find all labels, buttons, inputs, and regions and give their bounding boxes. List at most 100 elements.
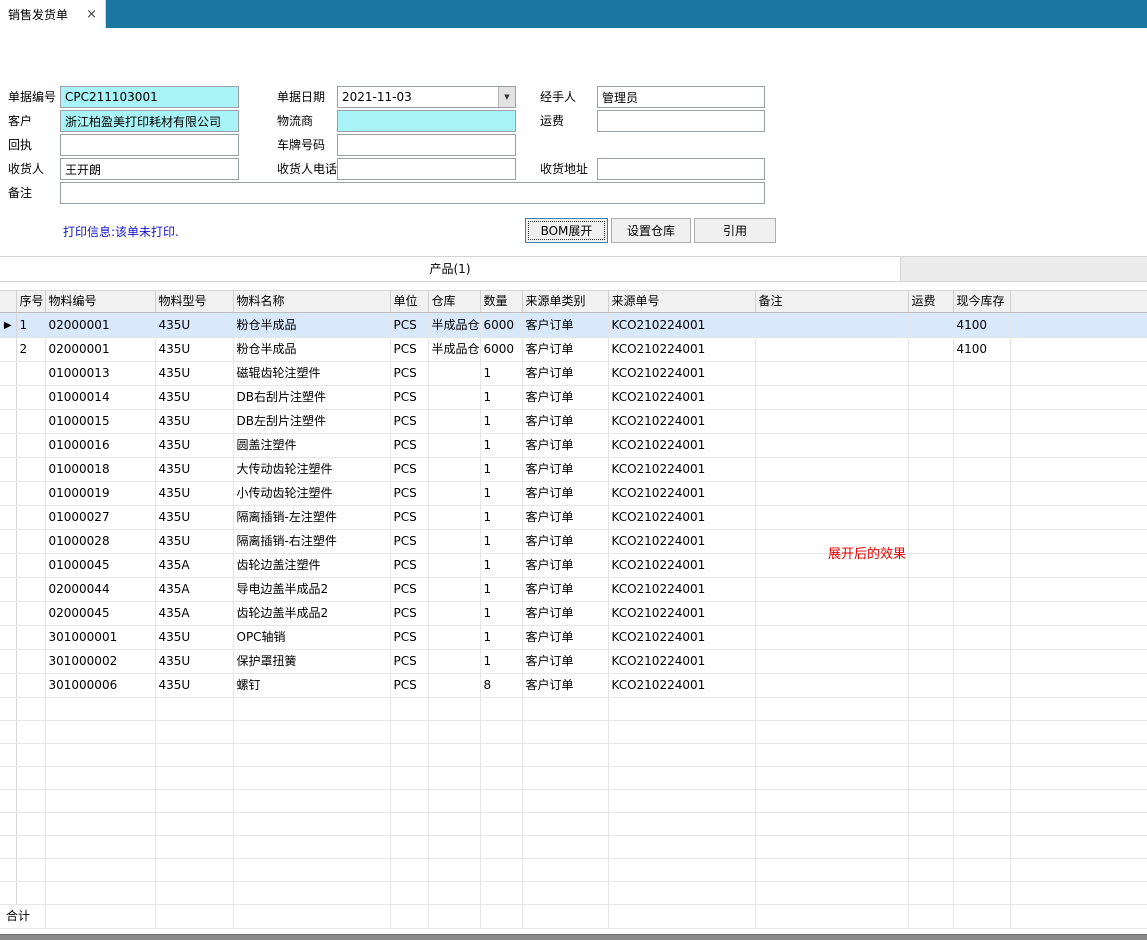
table-cell[interactable]: 435U: [155, 434, 233, 458]
table-cell[interactable]: 客户订单: [522, 626, 608, 650]
table-cell[interactable]: 1: [480, 578, 522, 602]
table-cell[interactable]: [908, 338, 953, 362]
table-cell[interactable]: [755, 362, 908, 386]
table-cell[interactable]: KCO210224001: [608, 506, 755, 530]
column-header[interactable]: 物料型号: [155, 291, 233, 313]
table-cell[interactable]: 8: [480, 674, 522, 698]
table-cell[interactable]: [428, 530, 480, 554]
column-header[interactable]: 来源单类别: [522, 291, 608, 313]
table-cell[interactable]: PCS: [390, 626, 428, 650]
table-cell[interactable]: 客户订单: [522, 410, 608, 434]
table-cell[interactable]: 1: [480, 626, 522, 650]
table-cell[interactable]: 01000016: [45, 434, 155, 458]
table-cell[interactable]: PCS: [390, 506, 428, 530]
table-row[interactable]: 02000045435A齿轮边盖半成品2PCS1客户订单KCO210224001: [0, 602, 1147, 626]
table-cell[interactable]: [953, 650, 1010, 674]
table-cell[interactable]: 客户订单: [522, 338, 608, 362]
table-cell[interactable]: PCS: [390, 362, 428, 386]
table-cell[interactable]: 4100: [953, 338, 1010, 362]
table-cell[interactable]: 435U: [155, 626, 233, 650]
table-cell[interactable]: 435U: [155, 650, 233, 674]
table-cell[interactable]: [755, 338, 908, 362]
table-cell[interactable]: 粉仓半成品: [233, 313, 390, 338]
table-cell[interactable]: 半成品仓: [428, 313, 480, 338]
table-cell[interactable]: 半成品仓: [428, 338, 480, 362]
table-cell[interactable]: [755, 626, 908, 650]
table-cell[interactable]: 客户订单: [522, 602, 608, 626]
table-cell[interactable]: [428, 386, 480, 410]
table-cell[interactable]: [953, 602, 1010, 626]
receipt-input[interactable]: [60, 134, 239, 156]
table-cell[interactable]: [953, 458, 1010, 482]
table-cell[interactable]: [16, 578, 45, 602]
table-cell[interactable]: PCS: [390, 530, 428, 554]
table-row[interactable]: 01000019435U小传动齿轮注塑件PCS1客户订单KCO210224001: [0, 482, 1147, 506]
table-cell[interactable]: KCO210224001: [608, 530, 755, 554]
table-cell[interactable]: 435U: [155, 530, 233, 554]
table-cell[interactable]: 01000045: [45, 554, 155, 578]
table-cell[interactable]: KCO210224001: [608, 313, 755, 338]
chevron-down-icon[interactable]: ▼: [498, 87, 515, 107]
table-cell[interactable]: 齿轮边盖半成品2: [233, 602, 390, 626]
table-cell[interactable]: [908, 602, 953, 626]
table-cell[interactable]: [755, 506, 908, 530]
plate-no-input[interactable]: [337, 134, 516, 156]
table-cell[interactable]: 2: [16, 338, 45, 362]
column-header[interactable]: 物料名称: [233, 291, 390, 313]
table-cell[interactable]: [908, 458, 953, 482]
column-header[interactable]: 序号: [16, 291, 45, 313]
table-row[interactable]: 01000015435UDB左刮片注塑件PCS1客户订单KCO210224001: [0, 410, 1147, 434]
table-cell[interactable]: PCS: [390, 650, 428, 674]
table-cell[interactable]: [953, 482, 1010, 506]
table-cell[interactable]: KCO210224001: [608, 338, 755, 362]
table-cell[interactable]: [755, 386, 908, 410]
table-cell[interactable]: [16, 482, 45, 506]
table-cell[interactable]: [16, 602, 45, 626]
table-cell[interactable]: DB右刮片注塑件: [233, 386, 390, 410]
table-cell[interactable]: [16, 386, 45, 410]
table-cell[interactable]: PCS: [390, 602, 428, 626]
table-cell[interactable]: [428, 458, 480, 482]
customer-input[interactable]: [60, 110, 239, 132]
table-cell[interactable]: [755, 602, 908, 626]
tab-sales-delivery[interactable]: 销售发货单 ×: [0, 0, 106, 28]
table-cell[interactable]: [428, 626, 480, 650]
remarks-input[interactable]: [60, 182, 765, 204]
table-cell[interactable]: 435U: [155, 313, 233, 338]
table-cell[interactable]: [908, 530, 953, 554]
table-cell[interactable]: KCO210224001: [608, 650, 755, 674]
table-cell[interactable]: [428, 482, 480, 506]
table-cell[interactable]: 435U: [155, 362, 233, 386]
doc-no-input[interactable]: [60, 86, 239, 108]
table-cell[interactable]: [428, 554, 480, 578]
table-cell[interactable]: 1: [480, 554, 522, 578]
table-cell[interactable]: [908, 626, 953, 650]
table-cell[interactable]: 4100: [953, 313, 1010, 338]
table-cell[interactable]: [16, 650, 45, 674]
table-cell[interactable]: 客户订单: [522, 386, 608, 410]
table-cell[interactable]: [953, 578, 1010, 602]
table-cell[interactable]: [16, 434, 45, 458]
table-cell[interactable]: 02000044: [45, 578, 155, 602]
table-cell[interactable]: PCS: [390, 482, 428, 506]
table-cell[interactable]: KCO210224001: [608, 482, 755, 506]
table-cell[interactable]: 客户订单: [522, 458, 608, 482]
table-cell[interactable]: [428, 434, 480, 458]
table-cell[interactable]: 1: [480, 386, 522, 410]
set-warehouse-button[interactable]: 设置仓库: [611, 218, 691, 243]
table-cell[interactable]: 1: [480, 434, 522, 458]
table-row[interactable]: ▶102000001435U粉仓半成品PCS半成品仓6000客户订单KCO210…: [0, 313, 1147, 338]
column-header[interactable]: 来源单号: [608, 291, 755, 313]
table-row[interactable]: 02000044435A导电边盖半成品2PCS1客户订单KCO210224001: [0, 578, 1147, 602]
table-cell[interactable]: 客户订单: [522, 362, 608, 386]
table-cell[interactable]: 圆盖注塑件: [233, 434, 390, 458]
table-cell[interactable]: 435U: [155, 482, 233, 506]
table-cell[interactable]: [953, 434, 1010, 458]
table-cell[interactable]: [755, 410, 908, 434]
table-cell[interactable]: [428, 362, 480, 386]
table-cell[interactable]: [16, 530, 45, 554]
table-row[interactable]: 301000002435U保护罩扭簧PCS1客户订单KCO210224001: [0, 650, 1147, 674]
table-cell[interactable]: [953, 410, 1010, 434]
table-row[interactable]: 301000001435UOPC轴销PCS1客户订单KCO210224001: [0, 626, 1147, 650]
table-cell[interactable]: KCO210224001: [608, 602, 755, 626]
